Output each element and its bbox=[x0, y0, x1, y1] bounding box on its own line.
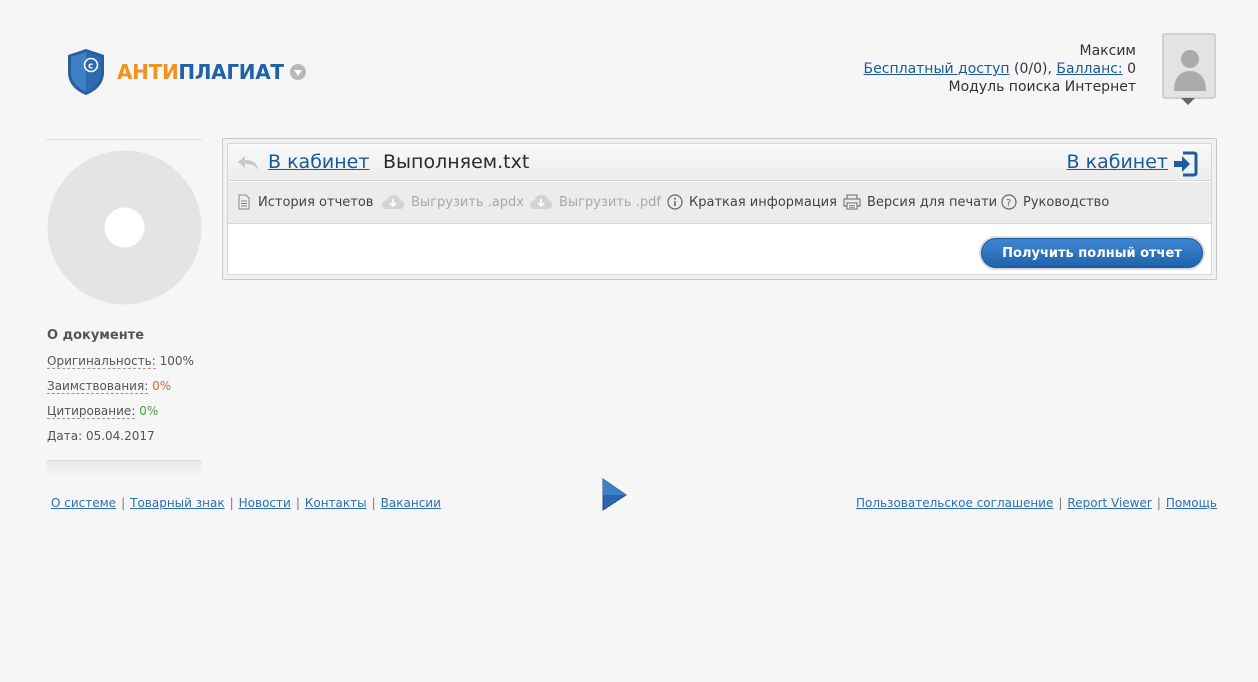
divider bbox=[46, 139, 202, 140]
brief-info-label: Краткая информация bbox=[689, 194, 837, 210]
date-stat: Дата: 05.04.2017 bbox=[47, 429, 155, 443]
date-label: Дата: bbox=[47, 429, 83, 443]
borrowing-value: 0% bbox=[152, 379, 172, 393]
borrowing-label[interactable]: Заимствования: bbox=[47, 379, 149, 394]
user-silhouette-icon bbox=[1174, 50, 1206, 91]
printer-icon bbox=[843, 194, 861, 210]
avatar-dropdown-arrow[interactable] bbox=[1181, 98, 1195, 105]
logo-text-part1: АНТИ bbox=[117, 60, 179, 84]
info-icon bbox=[667, 194, 683, 210]
document-sidebar: О документе Оригинальность: 100% Заимств… bbox=[46, 139, 202, 476]
search-module: Модуль поиска Интернет bbox=[948, 79, 1136, 95]
chevron-down-icon[interactable] bbox=[289, 64, 306, 80]
borrowing-stat: Заимствования: 0% bbox=[47, 379, 172, 394]
divider: | bbox=[295, 496, 300, 510]
footer-links-right: Пользовательское соглашение | Report Viewe… bbox=[856, 496, 1217, 510]
footer-link-user-agreement[interactable]: Пользовательское соглашение bbox=[856, 496, 1053, 510]
logo-text-part2: ПЛАГИАТ bbox=[178, 60, 284, 84]
date-value: 05.04.2017 bbox=[85, 429, 155, 443]
get-full-report-button[interactable]: Получить полный отчет bbox=[979, 236, 1205, 270]
footer-link-report-viewer[interactable]: Report Viewer bbox=[1067, 496, 1151, 510]
report-toolbar: История отчетов Выгрузить .apdx Выгрузит… bbox=[228, 182, 1211, 224]
cloud-download-icon bbox=[530, 195, 552, 209]
divider: | bbox=[1058, 496, 1063, 510]
originality-label[interactable]: Оригинальность: bbox=[47, 354, 156, 369]
balance-link[interactable]: Балланс: bbox=[1056, 61, 1122, 77]
originality-donut-chart bbox=[47, 150, 202, 305]
to-cabinet-link[interactable]: В кабинет bbox=[268, 151, 369, 173]
footer-link-help[interactable]: Помощь bbox=[1166, 496, 1217, 510]
svg-text:c: c bbox=[88, 62, 93, 72]
citation-label[interactable]: Цитирование: bbox=[47, 404, 136, 419]
footer-link-news[interactable]: Новости bbox=[239, 496, 291, 510]
guide-label: Руководство bbox=[1023, 194, 1110, 210]
sidebar-footer-bar bbox=[46, 460, 202, 476]
divider: | bbox=[121, 496, 126, 510]
to-cabinet-link-right[interactable]: В кабинет bbox=[1067, 151, 1168, 173]
logo[interactable]: c АНТИПЛАГИАТ bbox=[66, 48, 306, 96]
report-panel: В кабинет Выполняем.txt В кабинет Истори… bbox=[222, 138, 1217, 280]
svg-text:?: ? bbox=[1006, 198, 1011, 209]
originality-value: 100% bbox=[159, 354, 194, 368]
divider: | bbox=[1156, 496, 1161, 510]
citation-stat: Цитирование: 0% bbox=[47, 404, 159, 419]
export-pdf-tool[interactable]: Выгрузить .pdf bbox=[529, 194, 661, 210]
originality-stat: Оригинальность: 100% bbox=[47, 354, 194, 369]
export-pdf-label: Выгрузить .pdf bbox=[559, 194, 661, 210]
print-tool[interactable]: Версия для печати bbox=[843, 194, 997, 210]
divider: | bbox=[229, 496, 234, 510]
print-label: Версия для печати bbox=[867, 194, 998, 210]
history-label: История отчетов bbox=[258, 194, 374, 210]
footer-links-left: О системе | Товарный знак | Новости | Контакты… bbox=[51, 496, 441, 510]
mouse-pointer-icon bbox=[602, 478, 627, 511]
guide-tool[interactable]: ? Руководство bbox=[1001, 194, 1109, 210]
citation-value: 0% bbox=[139, 404, 159, 418]
sign-in-icon[interactable] bbox=[1171, 150, 1199, 178]
free-access-value: (0/0), bbox=[1009, 61, 1057, 77]
document-icon bbox=[238, 194, 250, 210]
about-document-title: О документе bbox=[47, 328, 145, 343]
get-full-report-label: Получить полный отчет bbox=[981, 238, 1203, 268]
report-titlebar: В кабинет Выполняем.txt В кабинет bbox=[228, 144, 1211, 181]
access-line: Бесплатный доступ (0/0), Балланс: 0 bbox=[864, 60, 1136, 78]
cloud-download-icon bbox=[382, 195, 404, 209]
divider: | bbox=[371, 496, 376, 510]
footer-link-about[interactable]: О системе bbox=[51, 496, 116, 510]
shield-logo-icon: c bbox=[68, 49, 104, 95]
help-icon: ? bbox=[1001, 194, 1017, 210]
avatar[interactable] bbox=[1162, 33, 1216, 99]
back-arrow-icon[interactable] bbox=[236, 154, 260, 172]
file-name: Выполняем.txt bbox=[383, 151, 530, 173]
footer-link-trademark[interactable]: Товарный знак bbox=[130, 496, 224, 510]
report-panel-inner: В кабинет Выполняем.txt В кабинет Истори… bbox=[227, 143, 1212, 275]
footer-link-contacts[interactable]: Контакты bbox=[305, 496, 367, 510]
logo-text: АНТИПЛАГИАТ bbox=[117, 60, 284, 84]
balance-value: 0 bbox=[1122, 61, 1136, 77]
export-apdx-label: Выгрузить .apdx bbox=[411, 194, 524, 210]
free-access-link[interactable]: Бесплатный доступ bbox=[864, 61, 1010, 77]
export-apdx-tool[interactable]: Выгрузить .apdx bbox=[381, 194, 524, 210]
user-info: Максим Бесплатный доступ (0/0), Балланс:… bbox=[864, 42, 1136, 96]
history-tool[interactable]: История отчетов bbox=[236, 194, 373, 210]
user-name: Максим bbox=[1079, 43, 1136, 59]
footer-link-vacancies[interactable]: Вакансии bbox=[381, 496, 441, 510]
brief-info-tool[interactable]: Краткая информация bbox=[667, 194, 837, 210]
